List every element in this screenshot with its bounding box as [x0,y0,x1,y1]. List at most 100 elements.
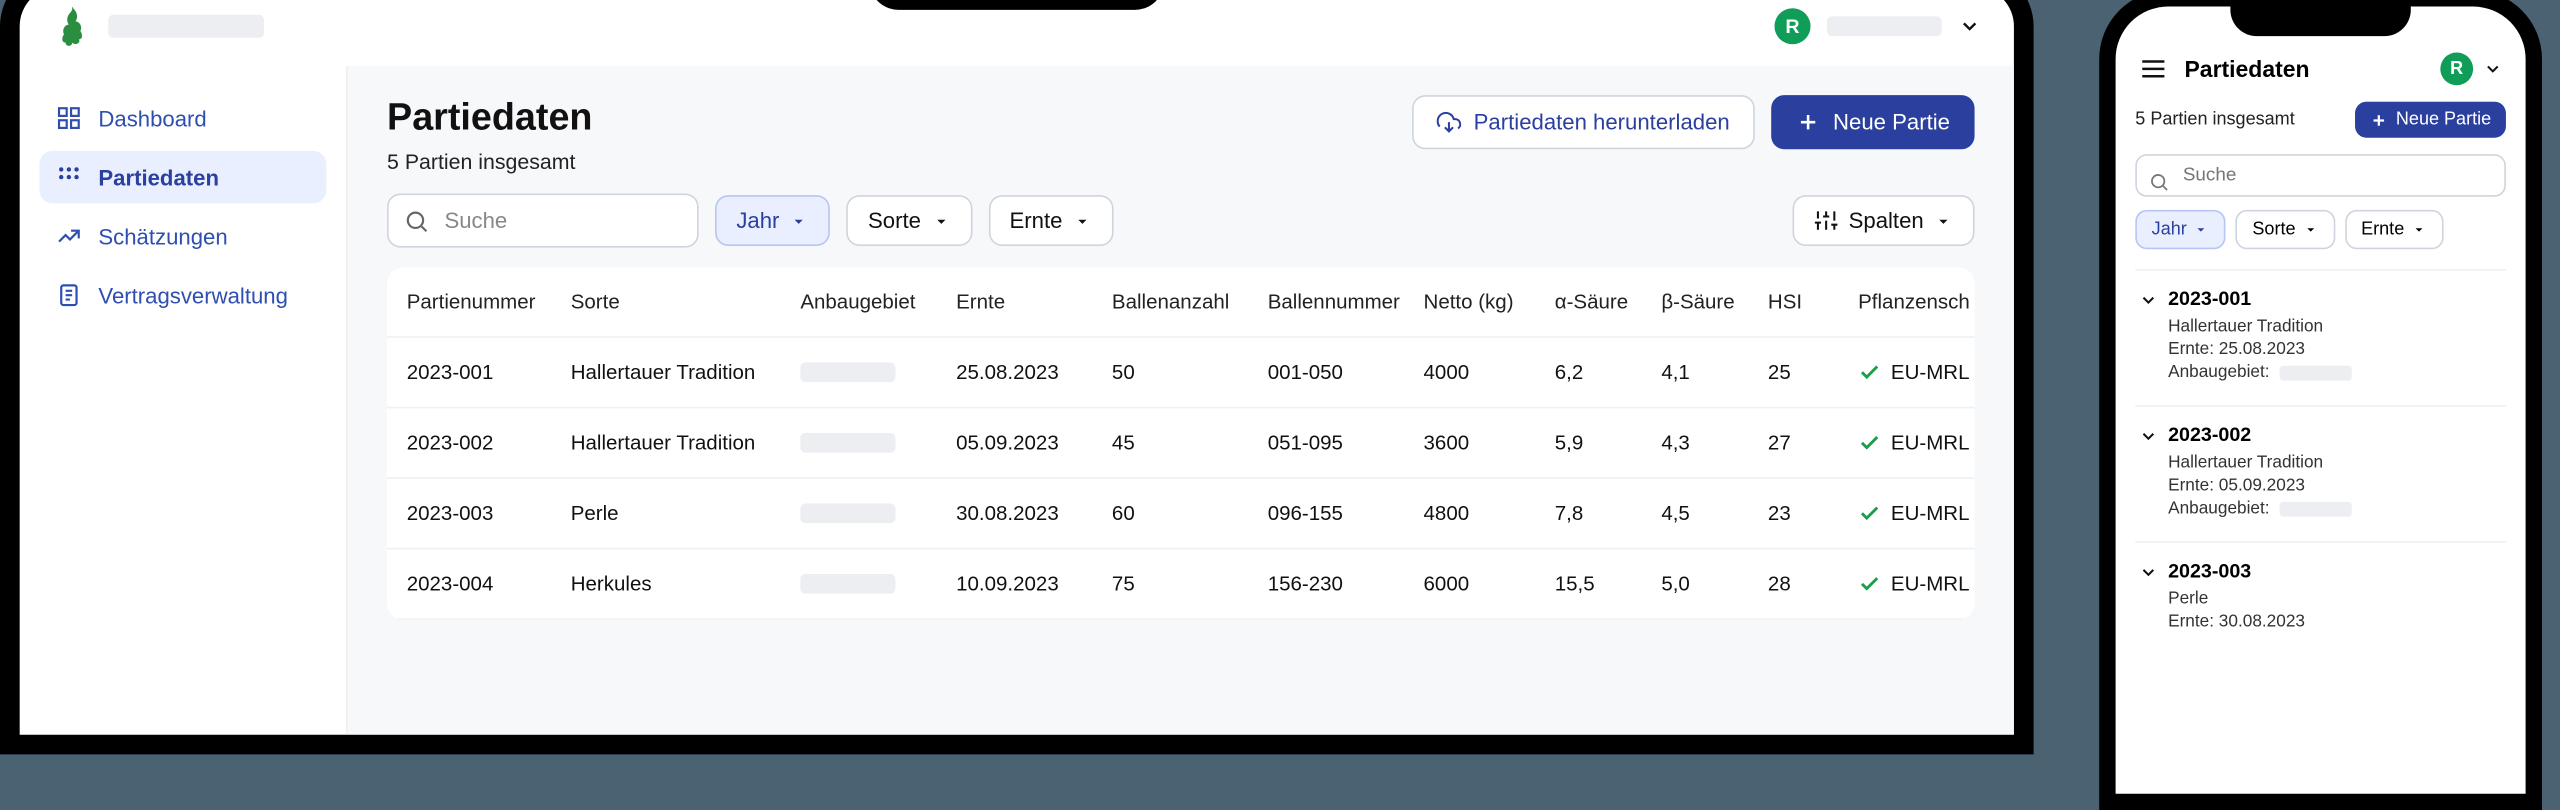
chart-line-icon [56,223,82,249]
cell-balenum: 001-050 [1268,361,1424,384]
download-button[interactable]: Partiedaten herunterladen [1411,95,1754,149]
partie-table: Partienummer Sorte Anbaugebiet Ernte Bal… [387,267,1975,620]
caret-down-icon [789,211,809,231]
filter-year[interactable]: Jahr [715,195,830,246]
th-ernte[interactable]: Ernte [956,290,1112,313]
new-partie-button[interactable]: Neue Partie [1771,95,1975,149]
table-row[interactable]: 2023-002Hallertauer Tradition05.09.20234… [387,408,1975,479]
sidebar-item-partiedaten[interactable]: Partiedaten [39,151,326,203]
mobile-new-partie-label: Neue Partie [2396,110,2491,130]
brand[interactable] [52,6,264,45]
cell-beta: 5,0 [1661,572,1768,595]
th-beta[interactable]: β-Säure [1661,290,1768,313]
th-netto[interactable]: Netto (kg) [1424,290,1555,313]
sidebar-item-label: Dashboard [98,106,206,131]
avatar: R [1774,7,1810,43]
cell-net: 3600 [1424,431,1555,454]
th-hsi[interactable]: HSI [1768,290,1858,313]
sidebar-item-vertragsverwaltung[interactable]: Vertragsverwaltung [39,269,326,321]
sidebar-item-dashboard[interactable]: Dashboard [39,92,326,144]
mobile-card-pnum: 2023-003 [2168,559,2499,582]
cell-variety: Hallertauer Tradition [571,361,801,384]
mobile-card-harvest: Ernte: 05.09.2023 [2168,476,2499,496]
cell-hsi: 23 [1768,502,1858,525]
document-icon [56,282,82,308]
mobile-filter-variety[interactable]: Sorte [2236,210,2335,249]
menu-icon[interactable] [2139,54,2169,84]
filter-variety[interactable]: Sorte [847,195,972,246]
mobile-title: Partiedaten [2184,56,2309,82]
cell-area [800,362,956,382]
th-pflanzenschutz[interactable]: Pflanzensch [1858,290,1974,313]
cell-plant: EU-MRL [1858,502,1974,525]
cell-pnum: 2023-002 [407,431,571,454]
mobile-card[interactable]: 2023-003 Perle Ernte: 30.08.2023 [2135,541,2506,654]
sidebar-item-schaetzungen[interactable]: Schätzungen [39,210,326,262]
cell-bales: 60 [1112,502,1268,525]
cell-bales: 45 [1112,431,1268,454]
chevron-down-icon [2483,59,2503,79]
cell-balenum: 156-230 [1268,572,1424,595]
cell-beta: 4,5 [1661,502,1768,525]
plus-icon [2370,111,2388,129]
mobile-user-menu[interactable]: R [2440,52,2502,85]
search-input[interactable] [387,194,699,248]
table-row[interactable]: 2023-001Hallertauer Tradition25.08.20235… [387,338,1975,409]
table-header-row: Partienummer Sorte Anbaugebiet Ernte Bal… [387,267,1975,338]
cell-alpha: 15,5 [1555,572,1662,595]
download-label: Partiedaten herunterladen [1474,110,1730,135]
th-sorte[interactable]: Sorte [571,290,801,313]
mobile-card-area: Anbaugebiet: [2168,499,2499,519]
cell-hsi: 27 [1768,431,1858,454]
filter-harvest[interactable]: Ernte [988,195,1113,246]
mobile-card-harvest: Ernte: 25.08.2023 [2168,339,2499,359]
tablet-screen: R Dashboard Partiedaten Schätzungen [20,0,2014,735]
page-title: Partiedaten [387,95,592,139]
cell-pnum: 2023-003 [407,502,571,525]
cell-balenum: 051-095 [1268,431,1424,454]
search-icon [403,207,429,233]
cell-beta: 4,1 [1661,361,1768,384]
grid-dots-icon [56,164,82,190]
filter-variety-label: Sorte [868,208,921,233]
mobile-filter-year[interactable]: Jahr [2135,210,2226,249]
mobile-search-input[interactable] [2135,154,2506,197]
mobile-card-variety: Perle [2168,589,2499,609]
th-alpha[interactable]: α-Säure [1555,290,1662,313]
sliders-icon [1814,208,1839,233]
caret-down-icon [2411,221,2427,237]
cell-beta: 4,3 [1661,431,1768,454]
cell-plant: EU-MRL [1858,572,1974,595]
cell-plant: EU-MRL [1858,431,1974,454]
user-menu[interactable]: R [1774,7,1981,43]
caret-down-icon [2193,221,2209,237]
table-row[interactable]: 2023-003Perle30.08.202360096-15548007,84… [387,479,1975,550]
mobile-card[interactable]: 2023-001Hallertauer TraditionErnte: 25.0… [2135,269,2506,405]
cell-area [800,503,956,523]
cell-harvest: 25.08.2023 [956,361,1112,384]
th-ballennummer[interactable]: Ballennummer [1268,290,1424,313]
cloud-download-icon [1436,110,1461,135]
th-partienummer[interactable]: Partienummer [407,290,571,313]
cell-balenum: 096-155 [1268,502,1424,525]
caret-down-icon [1934,211,1954,231]
new-partie-label: Neue Partie [1833,110,1950,135]
mobile-new-partie-button[interactable]: Neue Partie [2355,102,2506,138]
columns-button[interactable]: Spalten [1793,195,1975,246]
mobile-card-harvest: Ernte: 30.08.2023 [2168,612,2499,632]
mobile-card[interactable]: 2023-002Hallertauer TraditionErnte: 05.0… [2135,405,2506,541]
mobile-filter-harvest[interactable]: Ernte [2345,210,2444,249]
hop-logo-icon [52,6,91,45]
phone-device: Partiedaten R 5 Partien insgesamt Neue P… [2099,0,2542,810]
th-ballenanzahl[interactable]: Ballenanzahl [1112,290,1268,313]
cell-area [800,433,956,453]
mobile-card-variety: Hallertauer Tradition [2168,317,2499,337]
table-row[interactable]: 2023-004Herkules10.09.202375156-23060001… [387,549,1975,620]
cell-net: 4800 [1424,502,1555,525]
chevron-down-icon [2139,426,2159,446]
cell-bales: 75 [1112,572,1268,595]
check-icon [1858,502,1881,525]
chevron-down-icon [1958,14,1981,37]
caret-down-icon [1072,211,1092,231]
th-anbaugebiet[interactable]: Anbaugebiet [800,290,956,313]
